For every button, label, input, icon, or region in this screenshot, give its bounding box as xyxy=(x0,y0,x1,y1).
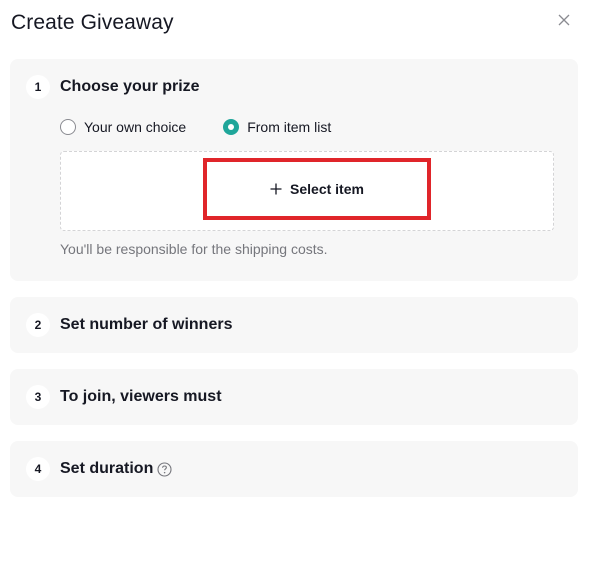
shipping-cost-hint: You'll be responsible for the shipping c… xyxy=(60,241,328,257)
step-header[interactable]: 2 Set number of winners xyxy=(26,313,232,337)
radio-label: Your own choice xyxy=(84,119,187,135)
plus-icon xyxy=(270,183,282,195)
step-number-badge: 1 xyxy=(26,75,50,99)
step-header[interactable]: 3 To join, viewers must xyxy=(26,385,222,409)
step-header[interactable]: 4 Set duration xyxy=(26,457,172,481)
close-button[interactable] xyxy=(553,9,575,31)
step-card-choose-prize: 1 Choose your prize Your own choice From… xyxy=(10,59,578,281)
step-header[interactable]: 1 Choose your prize xyxy=(26,75,200,99)
help-circle-icon[interactable] xyxy=(157,461,172,477)
select-item-button[interactable]: Select item xyxy=(203,158,431,220)
step-number-badge: 2 xyxy=(26,313,50,337)
step-title: Choose your prize xyxy=(60,78,200,95)
step-title: To join, viewers must xyxy=(60,388,222,405)
radio-option-item-list[interactable]: From item list xyxy=(223,119,331,135)
step-title: Set duration xyxy=(60,460,154,477)
select-item-label: Select item xyxy=(290,181,364,197)
radio-option-own-choice[interactable]: Your own choice xyxy=(60,119,186,135)
dialog-title: Create Giveaway xyxy=(11,11,174,34)
step-card-join-requirements[interactable]: 3 To join, viewers must xyxy=(10,369,578,425)
radio-button-checked[interactable] xyxy=(223,119,240,135)
item-dropzone: Select item xyxy=(60,151,554,231)
step-title: Set number of winners xyxy=(60,316,233,333)
step-card-number-of-winners[interactable]: 2 Set number of winners xyxy=(10,297,578,353)
radio-button-unchecked[interactable] xyxy=(60,119,76,135)
step-number-badge: 4 xyxy=(26,457,50,481)
close-icon xyxy=(558,14,570,26)
prize-type-radio-group: Your own choice From item list xyxy=(60,119,331,135)
step-number-badge: 3 xyxy=(26,385,50,409)
step-card-duration[interactable]: 4 Set duration xyxy=(10,441,578,497)
radio-label: From item list xyxy=(247,119,332,135)
